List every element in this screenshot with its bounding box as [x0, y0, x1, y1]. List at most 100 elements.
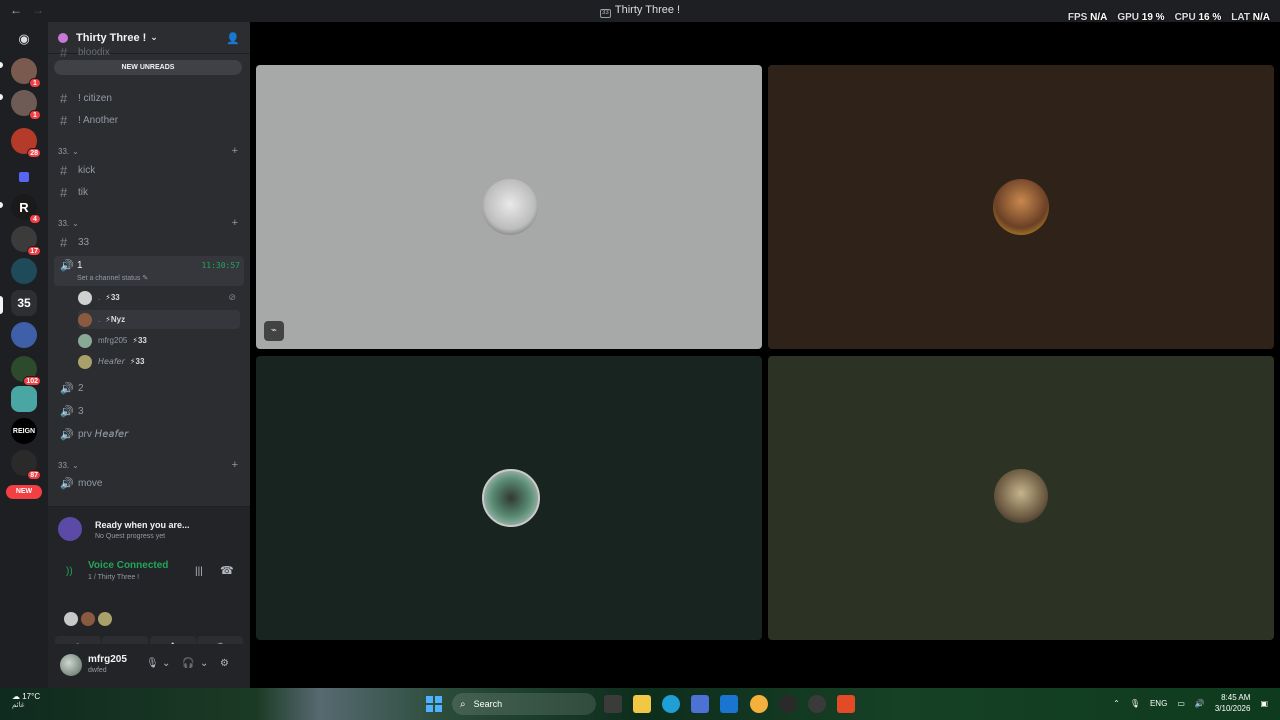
participant-avatars	[64, 612, 112, 626]
new-badge[interactable]: NEW	[6, 485, 42, 499]
steam-icon[interactable]	[779, 695, 797, 713]
unread-pill	[0, 94, 3, 100]
noise-suppression-icon[interactable]: |||	[195, 566, 203, 577]
avatar	[78, 354, 92, 369]
voice-user[interactable]: . ⚡33 ⊘	[78, 288, 240, 307]
search-box[interactable]: ⌕ Search	[452, 693, 596, 715]
search-icon: ⌕	[460, 698, 466, 710]
mention-badge: 1	[29, 110, 41, 120]
selected-pill	[0, 296, 3, 314]
volume-icon[interactable]: 🔊	[1195, 699, 1205, 708]
channel-another[interactable]: #! Another	[54, 110, 244, 130]
channel-kick[interactable]: # kick	[54, 160, 244, 180]
weather-widget[interactable]: ☁ 17°C غائم	[12, 692, 40, 709]
server-icon-9[interactable]: 87	[11, 450, 41, 480]
avatar	[78, 312, 92, 327]
speaker-icon: 🔊	[60, 428, 74, 441]
plus-icon[interactable]: +	[232, 459, 238, 471]
unread-pill	[0, 202, 3, 208]
category-header[interactable]: 33. ⌄ +	[58, 458, 238, 472]
microphone-icon[interactable]: 🎙	[1130, 699, 1140, 708]
server-icon-3[interactable]: 28	[11, 128, 41, 158]
plus-icon[interactable]: +	[232, 217, 238, 229]
stream-icon[interactable]: ⌁	[264, 321, 284, 341]
cloud-icon: ☁	[12, 692, 20, 701]
avatar	[78, 290, 92, 305]
new-unreads-bar[interactable]: NEW UNREADS	[54, 60, 242, 75]
channel-citizen[interactable]: #! citizen	[54, 88, 244, 108]
server-icon-5[interactable]	[11, 258, 37, 284]
voice-channel-2[interactable]: 🔊 2	[54, 378, 244, 398]
server-icon-thirty-three[interactable]: 35	[11, 290, 37, 316]
server-icon-r[interactable]: R4	[11, 194, 41, 224]
task-view-icon[interactable]	[604, 695, 622, 713]
channel-bloodix[interactable]: # bloodix	[54, 42, 244, 62]
server-icon-4[interactable]: 17	[11, 226, 41, 256]
mention-badge: 17	[27, 246, 41, 256]
server-icon-2[interactable]: 1	[11, 90, 41, 120]
gear-icon[interactable]: ⚙	[220, 658, 229, 669]
server-icon-6[interactable]	[11, 322, 37, 348]
avatar[interactable]	[60, 654, 82, 676]
speaker-icon: 🔊	[60, 260, 74, 272]
speaker-icon: 🔊	[60, 382, 74, 395]
server-icon-1[interactable]: 1	[11, 58, 41, 88]
channel-status-link[interactable]: Set a channel status ✎	[77, 274, 148, 282]
mention-badge: 1	[29, 78, 41, 88]
participant-avatar	[993, 179, 1049, 235]
brave-icon[interactable]	[837, 695, 855, 713]
clock[interactable]: 8:45 AM 3/10/2026	[1215, 692, 1251, 714]
network-icon[interactable]: ▭	[1177, 699, 1185, 708]
hash-icon: #	[60, 90, 68, 106]
category-header[interactable]: 33. ⌄ +	[58, 144, 238, 158]
notification-icon[interactable]: ▣	[1260, 699, 1268, 708]
speaker-icon: 🔊	[60, 477, 74, 490]
signal-icon[interactable]: ))	[66, 566, 73, 577]
participant-avatar	[482, 179, 538, 235]
hash-icon: #	[60, 234, 68, 250]
channel-tik[interactable]: # tik	[54, 182, 244, 202]
discord-home-icon[interactable]: ◉	[11, 26, 37, 52]
chevron-down-icon[interactable]: ⌄	[162, 658, 170, 669]
avatar	[98, 612, 112, 626]
headphones-icon[interactable]: 🎧	[182, 658, 194, 669]
participant-tile[interactable]	[768, 356, 1274, 640]
participant-tile[interactable]	[256, 356, 762, 640]
hash-icon: #	[60, 112, 68, 128]
chevron-down-icon[interactable]: ⌄	[200, 658, 208, 669]
voice-user[interactable]: 𝘏𝘦𝘢𝘧𝘦𝘳 ⚡33	[78, 352, 240, 371]
server-icon-7[interactable]: 102	[11, 356, 41, 386]
start-button[interactable]	[426, 696, 442, 712]
voice-channel-move[interactable]: 🔊 move	[54, 473, 244, 493]
language-indicator[interactable]: ENG	[1150, 699, 1167, 708]
participant-avatar	[482, 469, 540, 527]
quest-panel[interactable]: Ready when you are... No Quest progress …	[48, 506, 250, 554]
voice-channel-3[interactable]: 🔊 3	[54, 401, 244, 421]
voice-user[interactable]: . ⚡Nyz	[78, 310, 240, 329]
participant-tile[interactable]: ⌁	[256, 65, 762, 349]
avatar	[78, 333, 92, 348]
store-icon[interactable]	[691, 695, 709, 713]
app-icon[interactable]	[750, 695, 768, 713]
server-badge-icon	[58, 32, 68, 43]
edge-icon[interactable]	[662, 695, 680, 713]
file-explorer-icon[interactable]	[633, 695, 651, 713]
server-icon-8[interactable]	[11, 386, 37, 412]
chevron-up-icon[interactable]: ⌃	[1113, 699, 1120, 708]
mention-badge: 28	[27, 148, 41, 158]
microphone-icon[interactable]: 🎙	[146, 658, 159, 669]
app-icon[interactable]	[808, 695, 826, 713]
folder-icon[interactable]	[11, 164, 37, 190]
channel-33[interactable]: #33	[54, 232, 244, 252]
outlook-icon[interactable]	[720, 695, 738, 713]
server-icon-reign[interactable]: REIGN	[11, 418, 37, 444]
participant-tile[interactable]	[768, 65, 1274, 349]
voice-channel-prv[interactable]: 🔊 prv 𝘏𝘦𝘢𝘧𝘦𝘳	[54, 424, 244, 444]
voice-channel-1-active[interactable]: 🔊 1 11:30:57 Set a channel status ✎	[54, 256, 244, 286]
plus-icon[interactable]: +	[232, 145, 238, 157]
avatar	[64, 612, 78, 626]
voice-user[interactable]: mfrg205 ⚡33	[78, 331, 240, 350]
category-header[interactable]: 33. ⌄ +	[58, 216, 238, 230]
channel-sidebar: Thirty Three ! ⌄ 👤 # bloodix NEW UNREADS …	[48, 22, 250, 688]
disconnect-icon[interactable]: ☎	[220, 564, 234, 577]
